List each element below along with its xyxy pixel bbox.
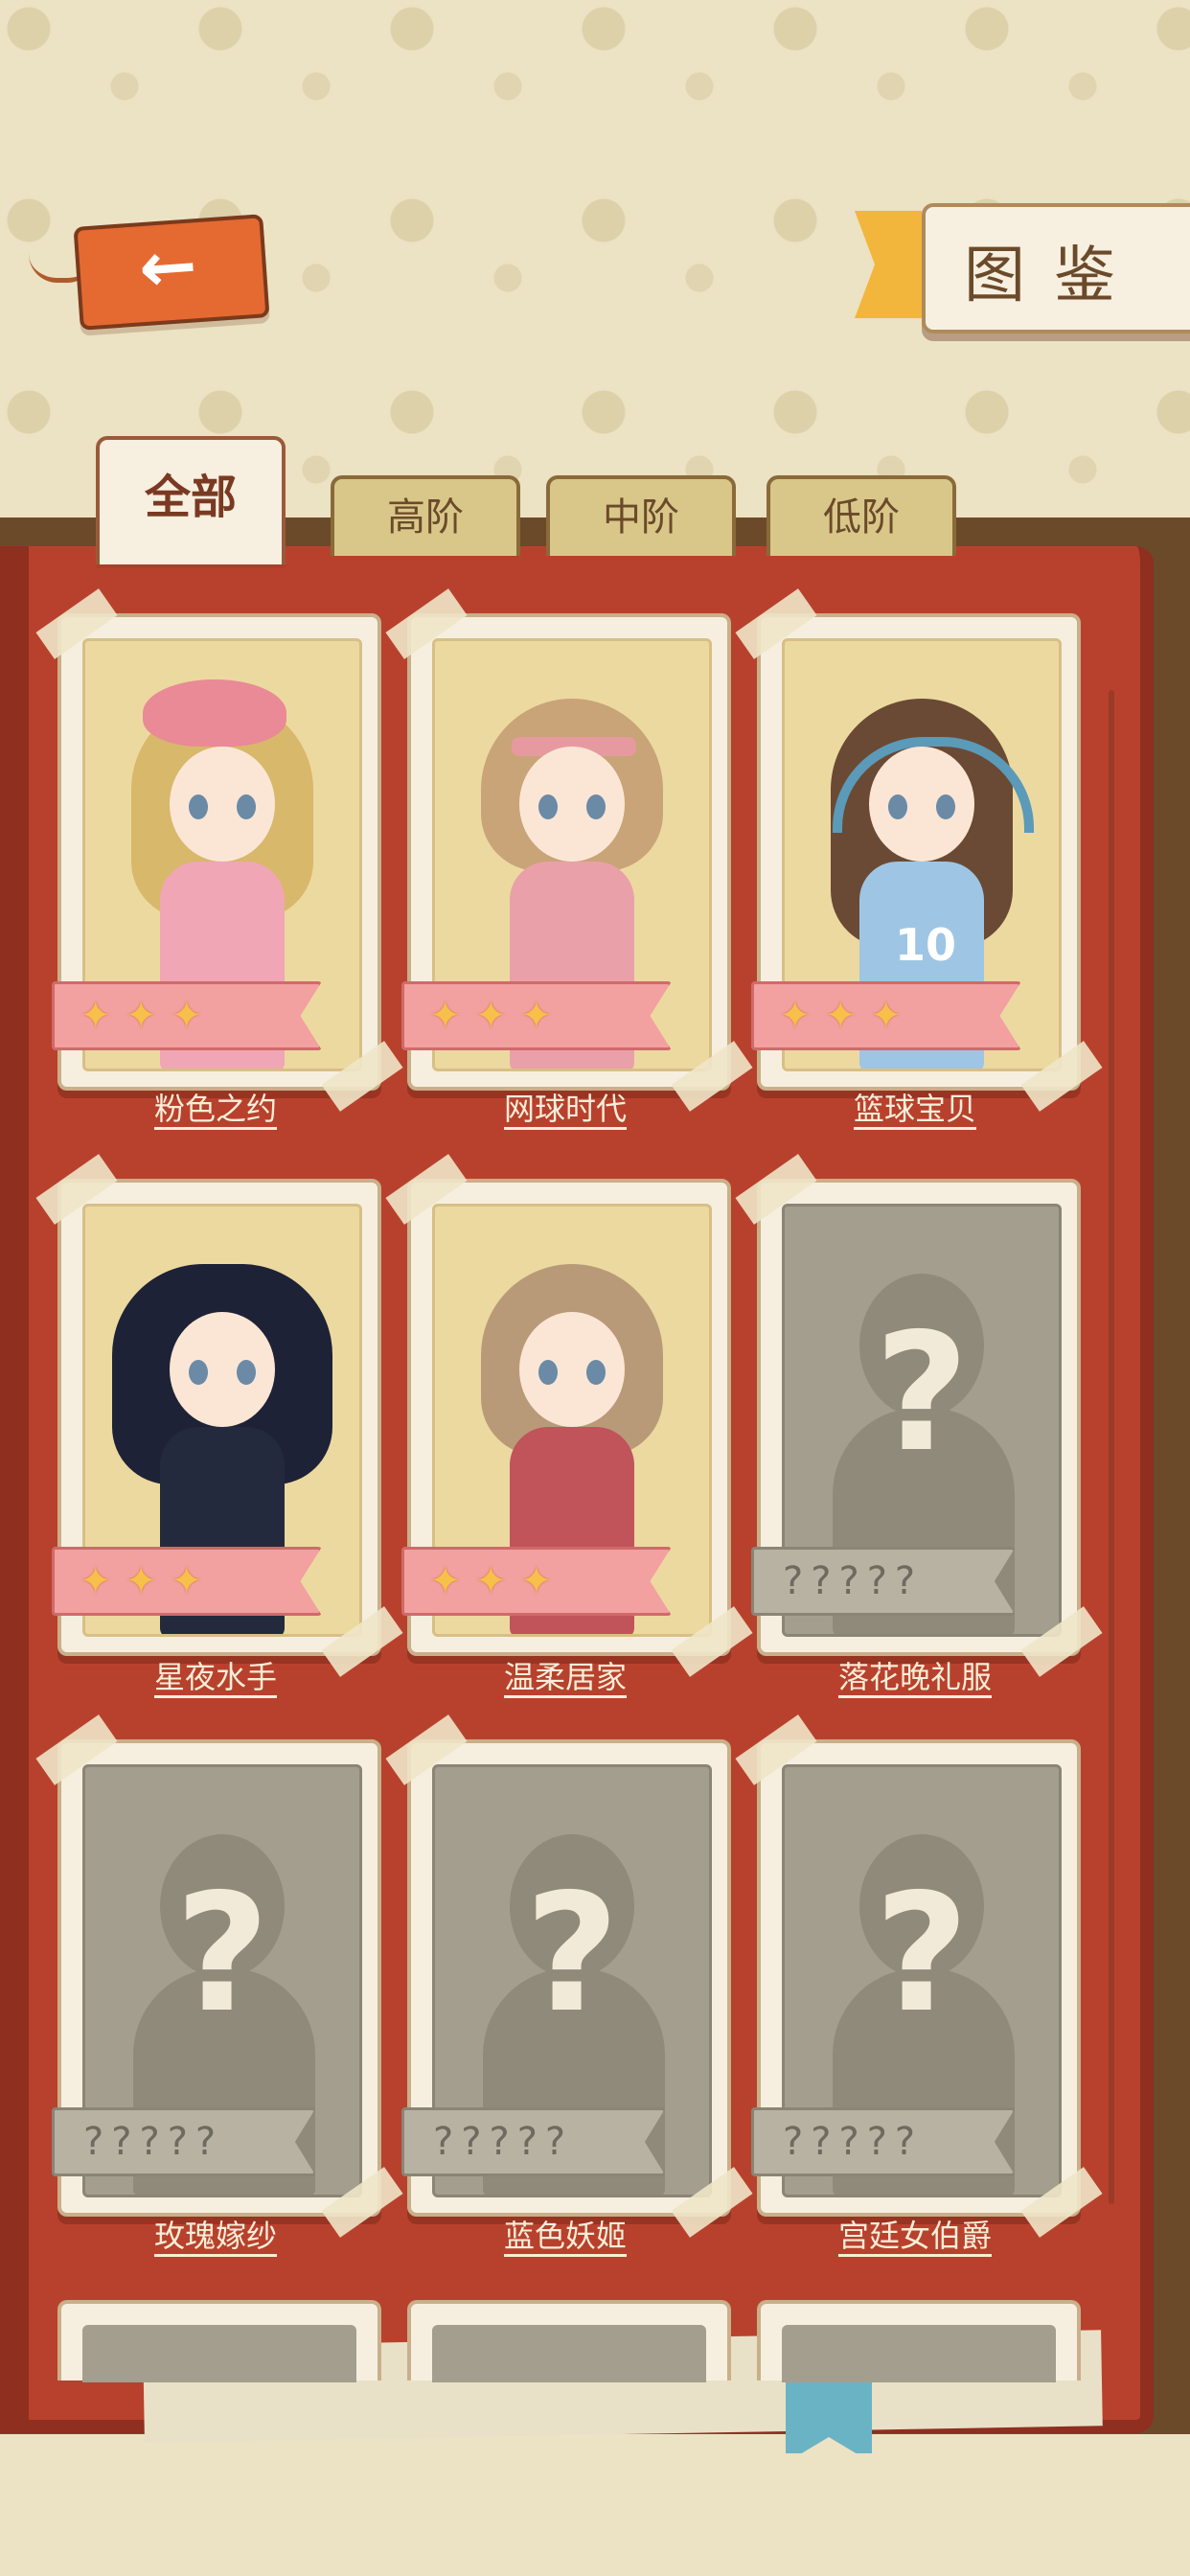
unknown-banner: ????? — [401, 2107, 666, 2176]
doll-face — [519, 1312, 625, 1427]
star-icon: ✦ — [824, 994, 858, 1038]
card-name: 宫廷女伯爵 — [837, 2218, 992, 2254]
question-mark-icon: ? — [174, 1859, 270, 2049]
card-starry-sailor[interactable]: ✦ ✦ ✦ — [35, 1154, 403, 1677]
beret-hat — [143, 679, 286, 747]
unknown-banner: ????? — [751, 1547, 1016, 1616]
star-icon: ✦ — [429, 994, 462, 1038]
doll-face — [170, 747, 275, 862]
card-partial[interactable] — [407, 2300, 731, 2382]
doll-eye — [888, 794, 907, 819]
doll-eye — [189, 1360, 208, 1385]
star-icon: ✦ — [125, 1559, 158, 1603]
doll-eye — [538, 794, 558, 819]
star-icon: ✦ — [80, 1559, 112, 1603]
card-locked[interactable]: ? ????? — [735, 1154, 1103, 1677]
card-name: 网球时代 — [503, 1091, 627, 1127]
card-name: 粉色之约 — [153, 1091, 277, 1127]
card-pink-date[interactable]: ✦ ✦ ✦ — [35, 588, 403, 1112]
unknown-banner: ????? — [751, 2107, 1016, 2176]
card-tennis-era[interactable]: ✦ ✦ ✦ — [385, 588, 753, 1112]
stars-banner: ✦ ✦ ✦ — [52, 981, 322, 1050]
jersey-number: 10 — [895, 919, 957, 971]
card-name: 蓝色妖姬 — [503, 2218, 627, 2254]
star-icon: ✦ — [125, 994, 158, 1038]
stars-banner: ✦ ✦ ✦ — [52, 1547, 322, 1616]
doll-eye — [237, 1360, 256, 1385]
star-icon: ✦ — [520, 1559, 553, 1603]
card-basketball-baby[interactable]: 10 ✦ ✦ ✦ — [735, 588, 1103, 1112]
question-mark-icon: ? — [874, 1299, 970, 1488]
doll-face — [519, 747, 625, 862]
card-partial[interactable] — [757, 2300, 1081, 2382]
doll-eye — [586, 794, 606, 819]
card-locked[interactable]: ? ????? — [385, 1714, 753, 2238]
card-gentle-home[interactable]: ✦ ✦ ✦ — [385, 1154, 753, 1677]
star-icon: ✦ — [474, 994, 508, 1038]
card-art — [432, 2325, 706, 2382]
stars-banner: ✦ ✦ ✦ — [401, 981, 672, 1050]
star-icon: ✦ — [80, 994, 112, 1038]
stars-banner: ✦ ✦ ✦ — [401, 1547, 672, 1616]
doll-eye — [189, 794, 208, 819]
card-art — [782, 2325, 1056, 2382]
star-icon: ✦ — [870, 994, 903, 1038]
doll-eye — [237, 794, 256, 819]
star-icon: ✦ — [171, 1559, 203, 1603]
card-art — [82, 2325, 356, 2382]
doll-eye — [538, 1360, 558, 1385]
star-icon: ✦ — [779, 994, 812, 1038]
star-icon: ✦ — [474, 1559, 508, 1603]
collection-grid: ✦ ✦ ✦ 粉色之约 ✦ ✦ ✦ 网球时代 10 ✦ ✦ ✦ 篮球宝贝 ✦ ✦ … — [0, 0, 1190, 2576]
question-mark-icon: ? — [524, 1859, 620, 2049]
doll-eye — [936, 794, 955, 819]
card-locked[interactable]: ? ????? — [35, 1714, 403, 2238]
star-icon: ✦ — [429, 1559, 462, 1603]
star-icon: ✦ — [171, 994, 203, 1038]
stars-banner: ✦ ✦ ✦ — [751, 981, 1021, 1050]
card-name: 落花晚礼服 — [837, 1659, 992, 1695]
card-partial[interactable] — [57, 2300, 381, 2382]
card-name: 玫瑰嫁纱 — [153, 2218, 277, 2254]
doll-eye — [586, 1360, 606, 1385]
unknown-banner: ????? — [52, 2107, 316, 2176]
star-icon: ✦ — [520, 994, 553, 1038]
card-name: 温柔居家 — [503, 1659, 627, 1695]
card-locked[interactable]: ? ????? — [735, 1714, 1103, 2238]
doll-face — [869, 747, 974, 862]
card-name: 篮球宝贝 — [853, 1091, 976, 1127]
card-name: 星夜水手 — [153, 1659, 277, 1695]
question-mark-icon: ? — [874, 1859, 970, 2049]
doll-face — [170, 1312, 275, 1427]
